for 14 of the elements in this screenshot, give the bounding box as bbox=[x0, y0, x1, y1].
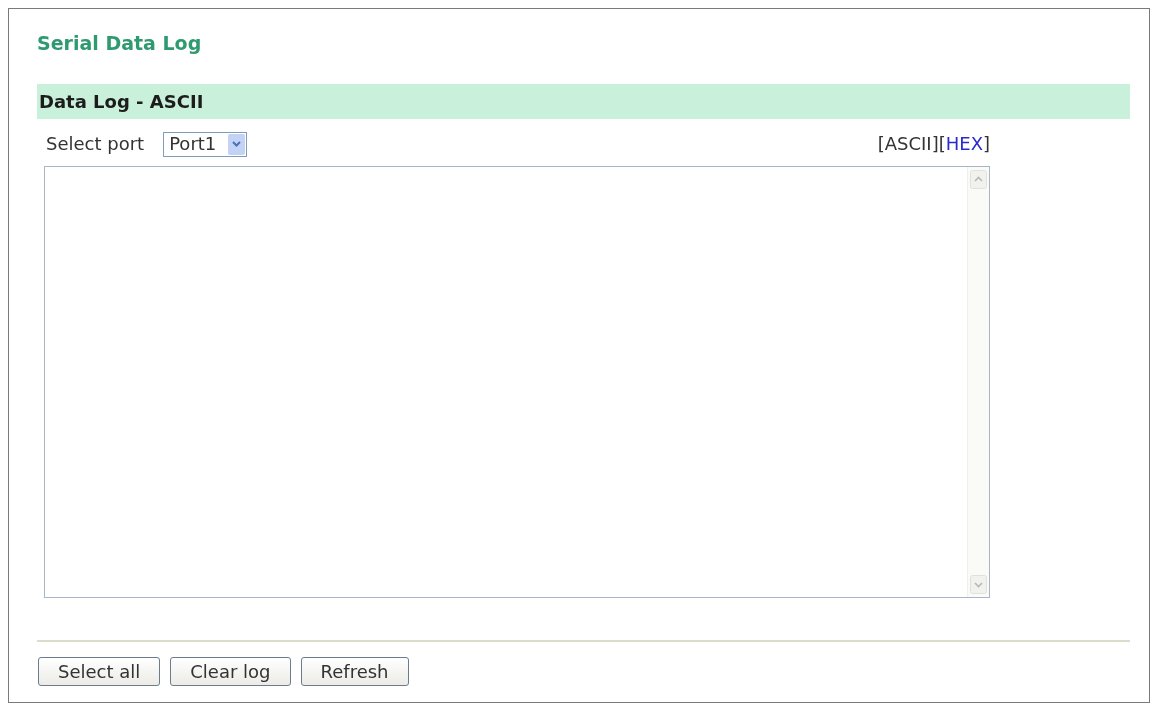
action-button[interactable]: Clear log bbox=[170, 657, 291, 686]
section-header: Data Log - ASCII bbox=[37, 84, 1130, 119]
scroll-up-icon[interactable] bbox=[970, 170, 987, 189]
view-label: [ASCII] bbox=[877, 133, 939, 154]
action-button[interactable]: Select all bbox=[38, 657, 161, 686]
action-button[interactable]: Refresh bbox=[300, 657, 409, 686]
view-link[interactable]: [HEX] bbox=[938, 133, 990, 154]
port-select[interactable]: Port1 bbox=[163, 131, 248, 157]
page-title: Serial Data Log bbox=[37, 32, 203, 54]
port-label: Select port bbox=[46, 133, 145, 155]
dropdown-chevron-icon bbox=[228, 133, 246, 155]
log-area[interactable] bbox=[44, 166, 990, 598]
scrollbar[interactable] bbox=[967, 167, 989, 597]
scroll-down-icon[interactable] bbox=[970, 575, 987, 594]
